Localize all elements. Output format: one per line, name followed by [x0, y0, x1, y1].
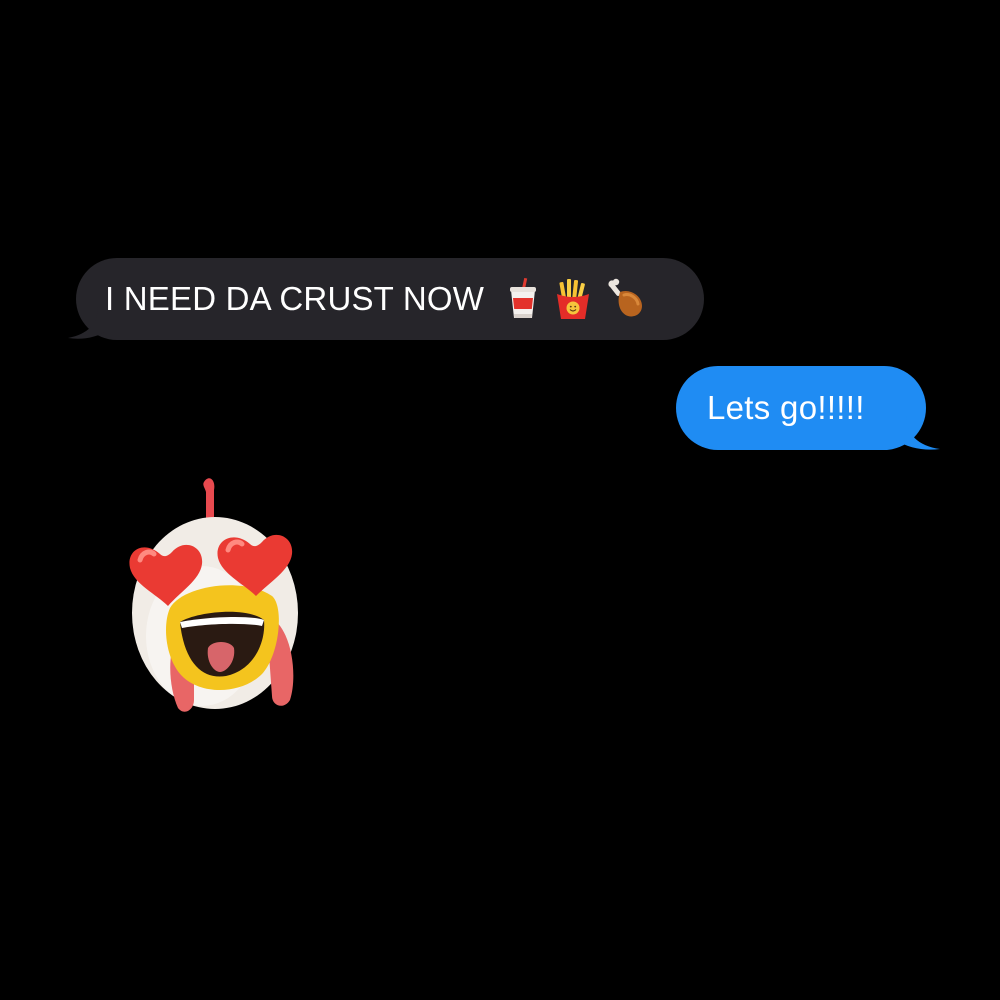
emoji-group [506, 278, 648, 320]
message-text: I NEED DA CRUST NOW [105, 280, 485, 317]
poultry-leg-icon [608, 278, 643, 317]
sent-message-bubble[interactable]: Lets go!!!!! [676, 366, 940, 450]
bubble-tail [896, 416, 940, 450]
message-text: Lets go!!!!! [707, 389, 865, 426]
message-thread: I NEED DA CRUST NOW Lets go!!!!! [0, 0, 1000, 1000]
cup-with-straw-icon [510, 278, 537, 318]
french-fries-icon [557, 279, 590, 319]
chicken-animoji-heart-eyes-icon[interactable] [122, 476, 312, 721]
received-message-bubble[interactable]: I NEED DA CRUST NOW [68, 258, 704, 340]
bubble-tail [68, 306, 108, 339]
